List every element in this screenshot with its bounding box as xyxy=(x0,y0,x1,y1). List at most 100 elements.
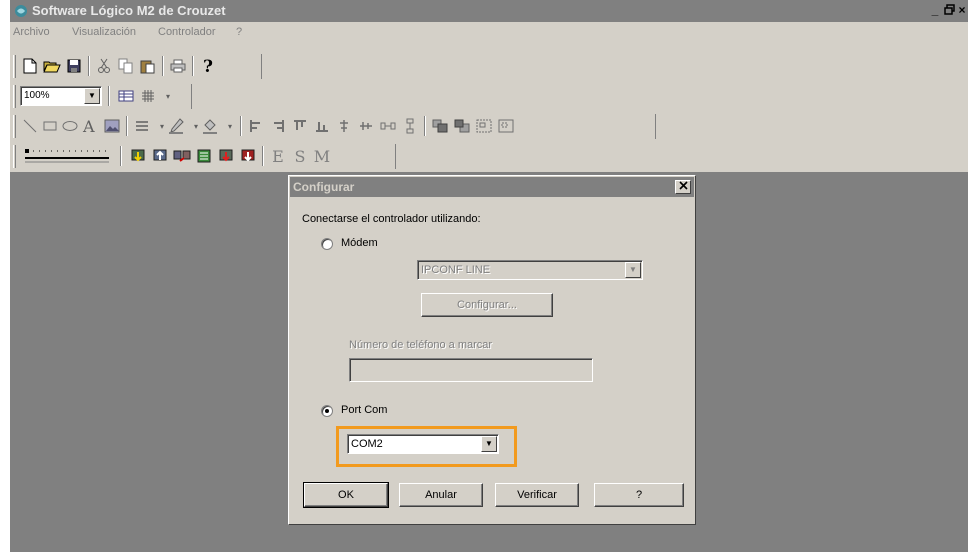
download-arrow-icon xyxy=(131,149,145,162)
ok-button[interactable]: OK xyxy=(303,482,389,508)
display-mode-button[interactable] xyxy=(116,86,136,106)
align-top-button[interactable] xyxy=(290,116,310,136)
phone-number-input[interactable] xyxy=(349,358,593,382)
toolbar-separator xyxy=(192,56,194,76)
inputs-button[interactable]: E xyxy=(268,146,288,166)
toolbar-grip[interactable] xyxy=(13,145,16,168)
modem-configure-button[interactable]: Configurar... xyxy=(421,293,553,317)
image-tool-button[interactable] xyxy=(102,116,122,136)
svg-text:A: A xyxy=(82,118,95,134)
align-right-button[interactable] xyxy=(268,116,288,136)
portcom-label[interactable]: Port Com xyxy=(341,404,387,416)
grid-button[interactable] xyxy=(138,86,158,106)
align-left-button[interactable] xyxy=(246,116,266,136)
compare-button[interactable] xyxy=(172,146,192,166)
menu-visualizacion[interactable]: Visualización xyxy=(72,26,136,38)
ruler-slider[interactable] xyxy=(22,146,112,166)
modem-line-select[interactable]: IPCONF LINE ▼ xyxy=(417,260,643,280)
zoom-select[interactable]: 100% ▼ xyxy=(20,86,102,106)
app-logo-icon xyxy=(15,5,27,17)
center-vertical-button[interactable] xyxy=(356,116,376,136)
close-button[interactable]: × xyxy=(955,4,968,17)
line-color-button[interactable] xyxy=(166,116,186,136)
modem-label[interactable]: Módem xyxy=(341,237,378,249)
compare-icon xyxy=(173,150,191,162)
run-icon xyxy=(197,149,211,163)
chevron-down-icon[interactable]: ▼ xyxy=(84,88,100,104)
scissors-icon xyxy=(98,58,110,73)
picture-icon xyxy=(104,119,120,133)
zoom-value: 100% xyxy=(24,90,50,101)
clipboard-icon xyxy=(140,60,155,74)
send-back-button[interactable] xyxy=(452,116,472,136)
ellipse-icon xyxy=(62,121,78,131)
help-button[interactable]: ? xyxy=(594,483,684,507)
copy-button[interactable] xyxy=(116,56,136,76)
toolbar-grip[interactable] xyxy=(13,55,16,78)
toolbar-separator xyxy=(262,146,264,166)
rectangle-tool-button[interactable] xyxy=(40,116,60,136)
menu-archivo[interactable]: Archivo xyxy=(13,26,50,38)
center-horizontal-icon xyxy=(340,120,348,132)
text-tool-button[interactable]: A xyxy=(80,116,100,136)
outputs-button[interactable]: S xyxy=(290,146,310,166)
question-icon: ? xyxy=(203,57,213,75)
open-file-button[interactable] xyxy=(42,56,62,76)
svg-text:?: ? xyxy=(203,57,213,75)
grid-icon xyxy=(142,90,154,102)
modem-radio[interactable] xyxy=(321,238,333,250)
grid-dropdown-arrow[interactable]: ▾ xyxy=(158,86,178,106)
align-bottom-button[interactable] xyxy=(312,116,332,136)
align-top-icon xyxy=(294,120,306,130)
fill-color-dropdown[interactable]: ▾ xyxy=(220,116,240,136)
menu-help[interactable]: ? xyxy=(236,26,242,38)
center-vertical-icon xyxy=(360,122,372,130)
standard-toolbar: ? xyxy=(10,52,262,81)
save-button[interactable] xyxy=(64,56,84,76)
modem-configure-label: Configurar... xyxy=(457,299,517,311)
toolbar-grip[interactable] xyxy=(13,85,16,108)
help-button[interactable]: ? xyxy=(198,56,218,76)
compile-button[interactable] xyxy=(128,146,148,166)
cancel-button[interactable]: Anular xyxy=(399,483,483,507)
paste-button[interactable] xyxy=(138,56,158,76)
minimize-button[interactable]: _ xyxy=(928,4,942,17)
text-a-icon: A xyxy=(82,118,95,134)
distribute-horizontal-button[interactable] xyxy=(378,116,398,136)
toolbar-separator xyxy=(108,86,110,106)
line-style-icon xyxy=(136,121,148,131)
ellipse-tool-button[interactable] xyxy=(60,116,80,136)
dialog-title-bar[interactable]: Configurar xyxy=(290,177,694,197)
stop-button[interactable] xyxy=(216,146,236,166)
connection-prompt: Conectarse el controlador utilizando: xyxy=(302,213,481,225)
line-style-button[interactable] xyxy=(132,116,152,136)
run-button[interactable] xyxy=(194,146,214,166)
chevron-down-icon[interactable]: ▼ xyxy=(625,262,641,278)
group-button[interactable] xyxy=(474,116,494,136)
paint-bucket-icon xyxy=(203,119,217,134)
ungroup-icon xyxy=(498,119,514,133)
copy-icon xyxy=(118,58,133,74)
ungroup-button[interactable] xyxy=(496,116,516,136)
portcom-radio[interactable] xyxy=(321,405,333,417)
title-bar[interactable]: Software Lógico M2 de Crouzet _ × xyxy=(10,0,968,22)
line-tool-button[interactable] xyxy=(20,116,40,136)
ruler-icon xyxy=(25,149,109,163)
fill-color-button[interactable] xyxy=(200,116,220,136)
bring-front-button[interactable] xyxy=(430,116,450,136)
cut-button[interactable] xyxy=(94,56,114,76)
menu-bar: Archivo Visualización Controlador ? xyxy=(10,22,968,43)
verify-button[interactable]: Verificar xyxy=(495,483,579,507)
maximize-button[interactable] xyxy=(942,4,956,17)
memory-button[interactable]: M xyxy=(312,146,332,166)
dialog-close-button[interactable] xyxy=(675,180,691,194)
new-file-button[interactable] xyxy=(20,56,40,76)
distribute-vertical-button[interactable] xyxy=(400,116,420,136)
diagnose-button[interactable] xyxy=(238,146,258,166)
menu-controlador[interactable]: Controlador xyxy=(158,26,215,38)
toolbar-grip[interactable] xyxy=(13,115,16,138)
line-icon xyxy=(23,119,37,133)
print-button[interactable] xyxy=(168,56,188,76)
upload-button[interactable] xyxy=(150,146,170,166)
center-horizontal-button[interactable] xyxy=(334,116,354,136)
